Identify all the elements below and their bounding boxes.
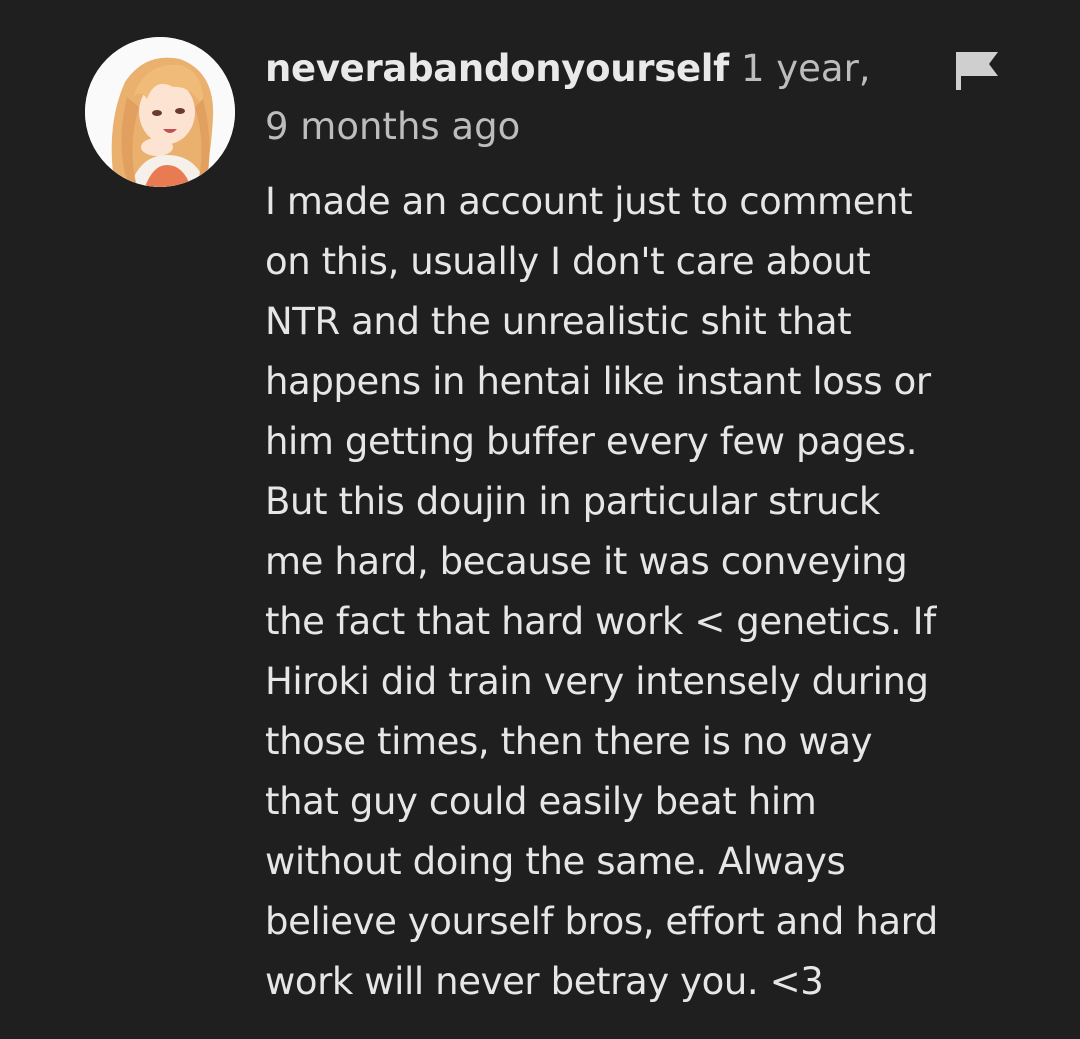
flag-icon — [956, 52, 998, 90]
comment-page: neverabandonyourself 1 year, 9 months ago… — [0, 0, 1080, 1039]
anime-avatar-icon — [85, 37, 235, 187]
comment-body: I made an account just to comment on thi… — [265, 180, 938, 1003]
comment-header: neverabandonyourself 1 year, 9 months ago — [265, 40, 905, 156]
report-button[interactable] — [954, 49, 1000, 91]
comment-author-username[interactable]: neverabandonyourself — [265, 47, 729, 90]
user-avatar[interactable] — [85, 37, 235, 187]
